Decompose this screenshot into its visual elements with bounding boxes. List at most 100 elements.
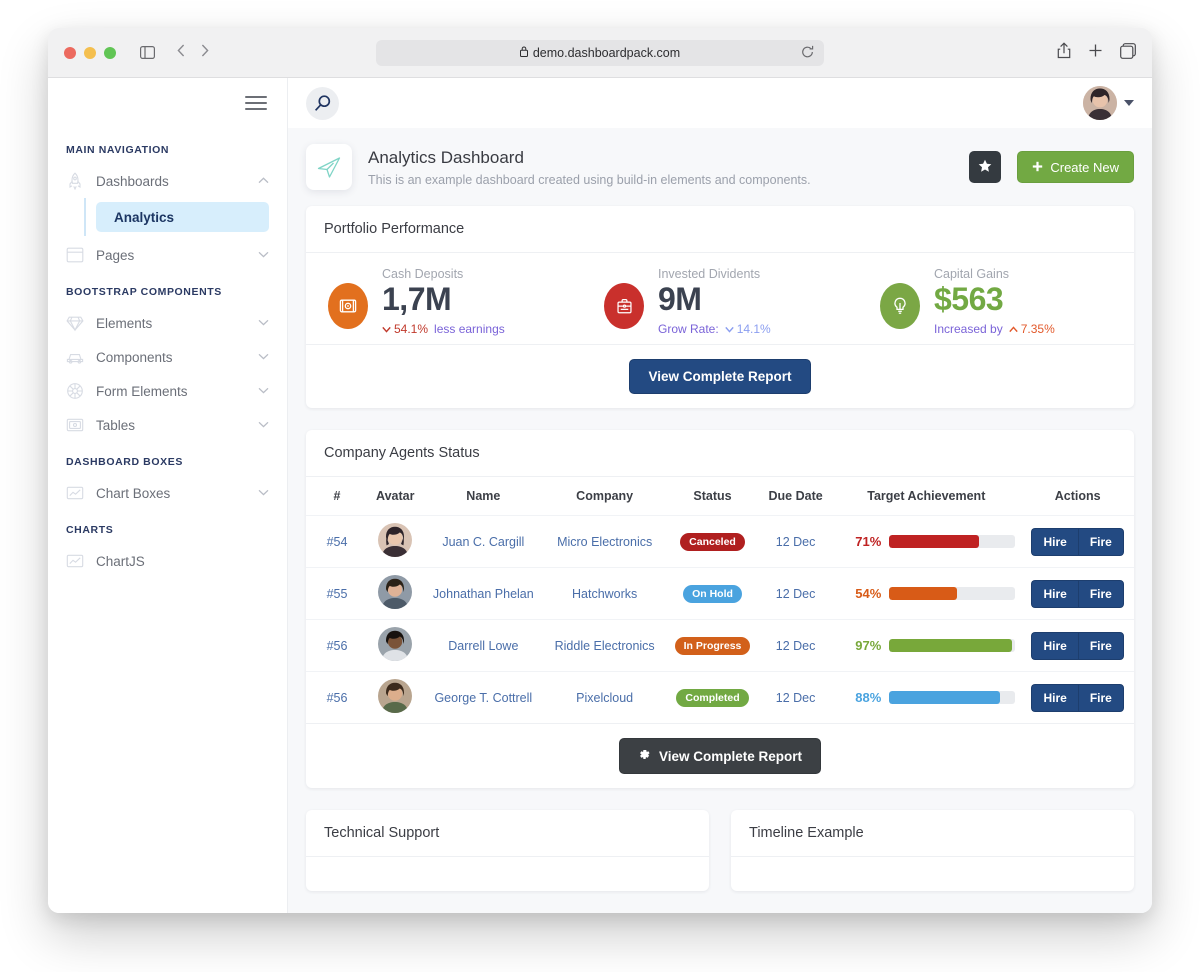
technical-support-card: Technical Support bbox=[306, 810, 709, 892]
chevron-down-icon[interactable] bbox=[258, 487, 269, 499]
row-due-date: 12 Dec bbox=[759, 671, 832, 724]
submenu-rail bbox=[84, 198, 86, 236]
nav-arrows[interactable] bbox=[177, 44, 209, 62]
chevron-right-icon[interactable] bbox=[201, 44, 209, 62]
address-bar[interactable]: demo.dashboardpack.com bbox=[376, 40, 824, 66]
row-company[interactable]: Hatchworks bbox=[544, 567, 666, 620]
metric-sub-0: Increased by bbox=[934, 321, 1003, 336]
metric-body: Cash Deposits 1,7M 54.1% less earnings bbox=[368, 267, 511, 336]
hire-fire-group[interactable]: Hire Fire bbox=[1031, 527, 1124, 556]
chevron-down-icon[interactable] bbox=[258, 351, 269, 363]
fire-button[interactable]: Fire bbox=[1077, 631, 1124, 660]
progress-bar bbox=[889, 639, 1016, 653]
tab-overview-icon[interactable] bbox=[1120, 42, 1136, 64]
row-due-date: 12 Dec bbox=[759, 567, 832, 620]
progress-wrap: 71% bbox=[837, 534, 1016, 549]
chevron-up-icon[interactable] bbox=[258, 175, 269, 187]
sidebar-section-title: MAIN NAVIGATION bbox=[66, 144, 170, 156]
sidebar-item-label: Dashboards bbox=[96, 173, 169, 189]
close-window-button[interactable] bbox=[64, 46, 76, 59]
sidebar-item-elements[interactable]: Elements bbox=[48, 306, 287, 340]
sidebar-item-tables[interactable]: Tables bbox=[48, 408, 287, 442]
hire-button[interactable]: Hire bbox=[1031, 631, 1078, 660]
main-area: Analytics Dashboard This is an example d… bbox=[288, 78, 1152, 913]
column-header: Due Date bbox=[768, 489, 823, 504]
create-new-button[interactable]: Create New bbox=[1017, 151, 1134, 183]
chevron-left-icon[interactable] bbox=[177, 44, 185, 62]
row-target-cell: 71% bbox=[831, 515, 1022, 568]
row-company[interactable]: Riddle Electronics bbox=[544, 619, 666, 672]
fire-button[interactable]: Fire bbox=[1077, 579, 1124, 608]
row-name[interactable]: George T. Cottrell bbox=[422, 671, 545, 724]
plus-icon[interactable] bbox=[1088, 43, 1103, 63]
sidebar-item-dashboards[interactable]: Dashboards bbox=[48, 164, 287, 198]
metric-value: 1,7M bbox=[382, 281, 452, 317]
progress-wrap: 88% bbox=[837, 690, 1016, 706]
share-icon[interactable] bbox=[1057, 42, 1071, 64]
chevron-down-icon[interactable] bbox=[1124, 100, 1134, 106]
reload-icon[interactable] bbox=[801, 45, 814, 64]
sidebar-item-components[interactable]: Components bbox=[48, 340, 287, 374]
sidebar-item-label: Elements bbox=[96, 315, 153, 331]
agents-view-complete-report-button[interactable]: View Complete Report bbox=[618, 738, 822, 775]
table-icon bbox=[66, 416, 96, 434]
hire-button[interactable]: Hire bbox=[1031, 527, 1078, 556]
hire-button[interactable]: Hire bbox=[1031, 683, 1078, 712]
row-name[interactable]: Darrell Lowe bbox=[422, 619, 545, 672]
progress-wrap: 97% bbox=[837, 638, 1016, 653]
chevron-down-icon[interactable] bbox=[258, 419, 269, 431]
fire-button[interactable]: Fire bbox=[1077, 527, 1124, 556]
page-subtitle: This is an example dashboard created usi… bbox=[368, 172, 811, 187]
view-complete-report-button[interactable]: View Complete Report bbox=[629, 359, 811, 395]
row-id: #54 bbox=[306, 515, 368, 568]
metric-subtext: Grow Rate: 14.1% bbox=[658, 322, 777, 337]
sidebar-item-label: Form Elements bbox=[96, 383, 188, 399]
row-target-cell: 88% bbox=[831, 671, 1022, 724]
metric-body: Invested Dividents 9M Grow Rate: 14.1% bbox=[644, 267, 777, 336]
table-row: #54 Juan C. Cargill Micro Electronics Canc… bbox=[306, 515, 1134, 568]
sidebar-item-form-elements[interactable]: Form Elements bbox=[48, 374, 287, 408]
sidebar-item-chart-boxes[interactable]: Chart Boxes bbox=[48, 476, 287, 510]
portfolio-card-footer: View Complete Report bbox=[306, 344, 1134, 408]
hamburger-menu-icon[interactable] bbox=[245, 96, 267, 110]
avatar[interactable] bbox=[378, 523, 413, 558]
fire-button[interactable]: Fire bbox=[1077, 683, 1124, 712]
avatar[interactable] bbox=[378, 627, 413, 662]
row-due-date: 12 Dec bbox=[759, 515, 832, 568]
avatar[interactable] bbox=[378, 679, 413, 714]
topbar bbox=[288, 78, 1152, 128]
chevron-down-icon[interactable] bbox=[258, 385, 269, 397]
hire-fire-group[interactable]: Hire Fire bbox=[1031, 683, 1124, 712]
maximize-window-button[interactable] bbox=[104, 46, 116, 59]
sidebar-item-pages[interactable]: Pages bbox=[48, 238, 287, 272]
chevron-down-icon[interactable] bbox=[258, 317, 269, 329]
hire-fire-group[interactable]: Hire Fire bbox=[1031, 631, 1124, 660]
sidebar-section-title: BOOTSTRAP COMPONENTS bbox=[66, 286, 222, 298]
window-controls[interactable] bbox=[64, 46, 116, 59]
avatar[interactable] bbox=[378, 575, 413, 610]
metric-sub-0: 54.1% bbox=[382, 322, 428, 336]
progress-bar bbox=[889, 535, 1016, 549]
favorite-button[interactable] bbox=[969, 151, 1002, 183]
user-menu[interactable] bbox=[1083, 86, 1134, 120]
progress-percent: 88% bbox=[855, 690, 882, 706]
row-name[interactable]: Johnathan Phelan bbox=[422, 567, 545, 620]
metric-value: $563 bbox=[934, 281, 1004, 317]
sidebar-toggle-icon[interactable] bbox=[140, 46, 155, 59]
row-company[interactable]: Pixelcloud bbox=[544, 671, 666, 724]
sidebar-item-analytics[interactable]: Analytics bbox=[96, 202, 269, 232]
search-icon[interactable] bbox=[306, 86, 339, 120]
row-id: #56 bbox=[306, 619, 368, 672]
row-company[interactable]: Micro Electronics bbox=[544, 515, 666, 568]
chart-icon bbox=[66, 552, 96, 570]
portfolio-title: Portfolio Performance bbox=[306, 206, 1134, 253]
row-name[interactable]: Juan C. Cargill bbox=[422, 515, 545, 568]
hire-button[interactable]: Hire bbox=[1031, 579, 1078, 608]
status-badge: Canceled bbox=[680, 532, 745, 551]
sidebar-item-chartjs[interactable]: ChartJS bbox=[48, 544, 287, 578]
avatar[interactable] bbox=[1083, 86, 1117, 120]
chevron-down-icon[interactable] bbox=[258, 249, 269, 261]
minimize-window-button[interactable] bbox=[84, 46, 96, 59]
metric-body: Capital Gains $563 Increased by 7.35% bbox=[920, 267, 1061, 336]
hire-fire-group[interactable]: Hire Fire bbox=[1031, 579, 1124, 608]
